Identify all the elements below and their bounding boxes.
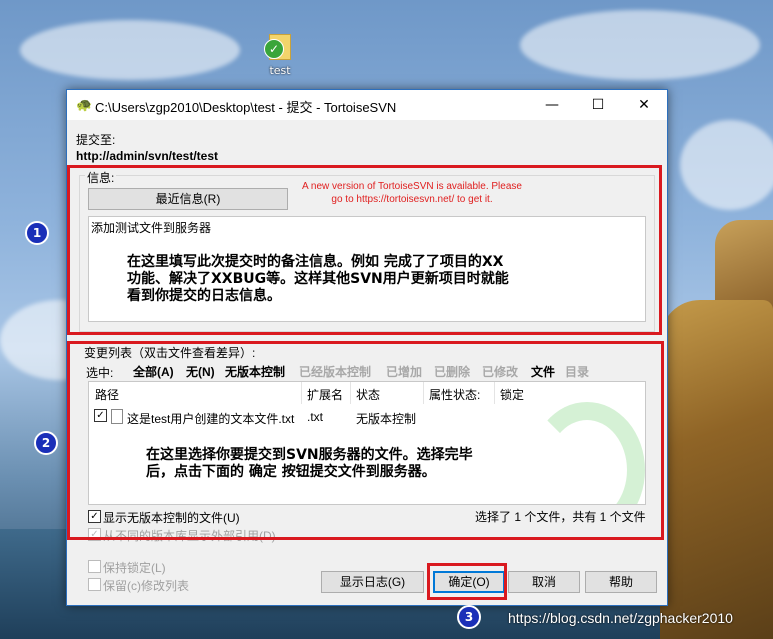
maximize-button[interactable]: ☐ <box>575 90 621 120</box>
tortoisesvn-icon: 🐢 <box>76 98 93 113</box>
keep-changelists-label[interactable]: 保留(c)修改列表 <box>103 577 189 594</box>
title-bar[interactable]: 🐢 C:\Users\zgp2010\Desktop\test - 提交 - T… <box>67 90 667 120</box>
source-watermark: https://blog.csdn.net/zgphacker2010 <box>508 610 733 626</box>
window-title: C:\Users\zgp2010\Desktop\test - 提交 - Tor… <box>95 100 397 115</box>
svn-normal-overlay-icon: ✓ <box>264 39 284 59</box>
keep-locks-label[interactable]: 保持锁定(L) <box>103 559 166 576</box>
marker-2: 2 <box>34 431 58 455</box>
annotation-box-message <box>67 165 662 335</box>
show-log-button[interactable]: 显示日志(G) <box>321 571 424 593</box>
close-button[interactable]: ✕ <box>621 90 667 120</box>
marker-1: 1 <box>25 221 49 245</box>
help-button[interactable]: 帮助 <box>585 571 657 593</box>
desktop-folder-test[interactable]: ✓ test <box>256 34 304 77</box>
desktop-icon-label: test <box>269 64 291 77</box>
commit-to-label: 提交至: <box>76 133 116 147</box>
marker-3: 3 <box>457 605 481 629</box>
annotation-box-ok <box>427 563 507 600</box>
minimize-button[interactable]: — <box>529 90 575 120</box>
commit-url: http://admin/svn/test/test <box>76 149 219 163</box>
annotation-box-changes <box>67 341 664 540</box>
folder-icon: ✓ <box>264 34 291 60</box>
keep-changelists-checkbox[interactable] <box>88 578 101 591</box>
rock-formation-base <box>660 300 773 639</box>
keep-locks-checkbox[interactable] <box>88 560 101 573</box>
cancel-button[interactable]: 取消 <box>508 571 580 593</box>
